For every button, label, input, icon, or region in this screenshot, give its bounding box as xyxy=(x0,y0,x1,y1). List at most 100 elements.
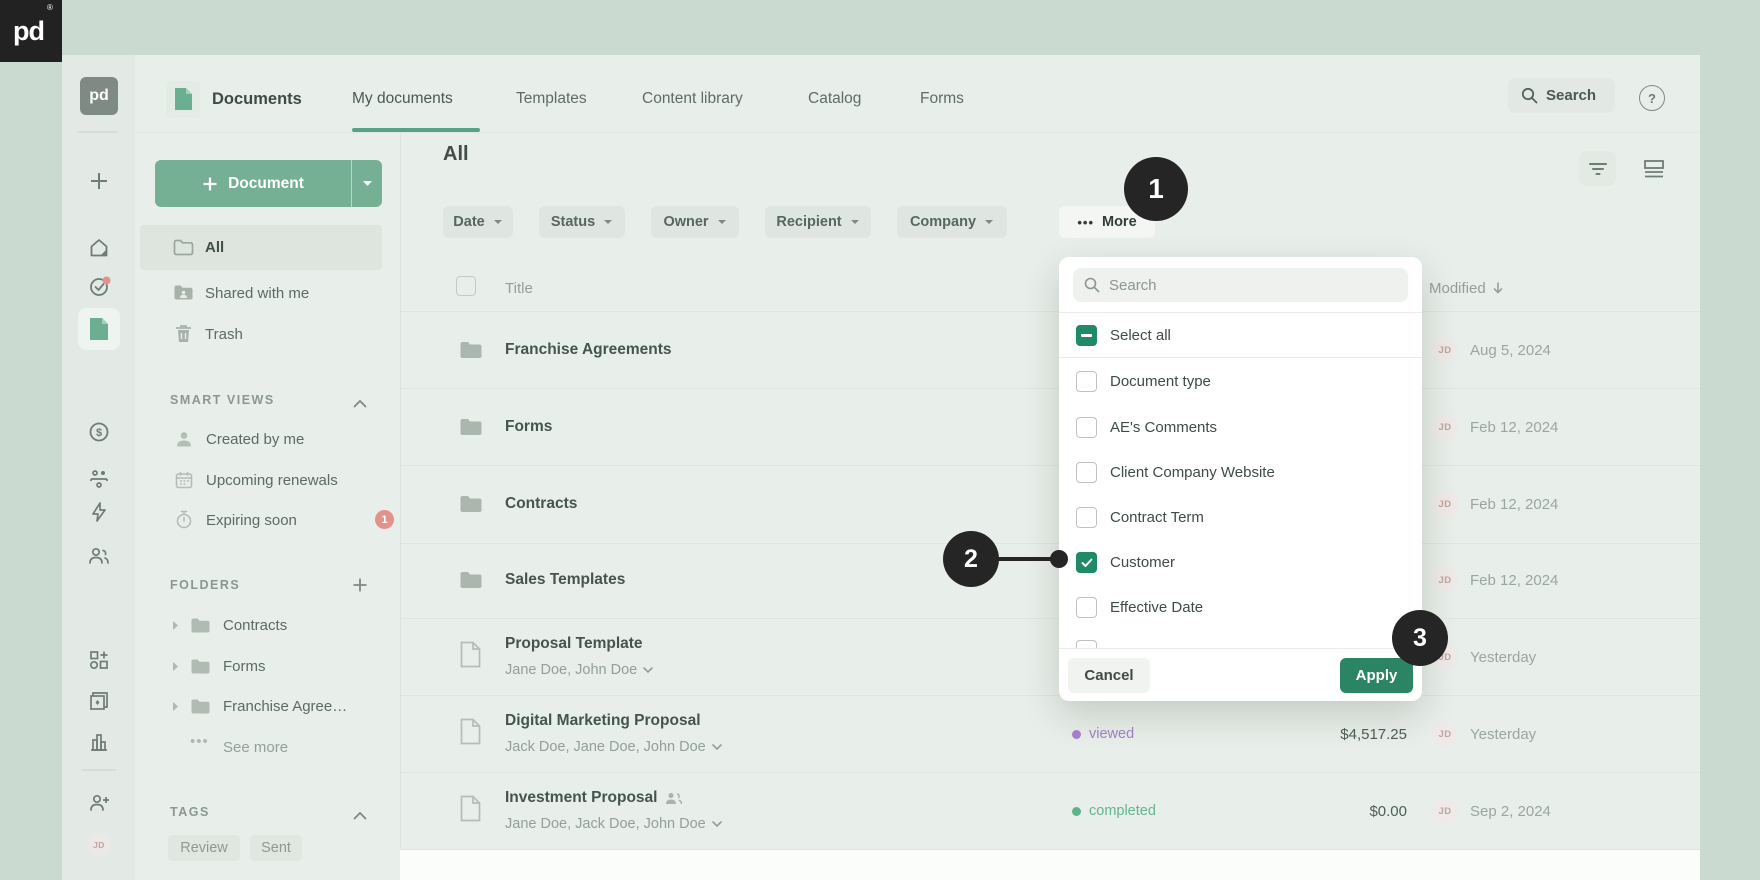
option-contract-term[interactable]: Contract Term xyxy=(1059,497,1422,542)
user-avatar[interactable]: JD xyxy=(87,833,111,857)
row-avatar: JD xyxy=(1432,798,1458,824)
new-document-button[interactable]: Document xyxy=(155,160,382,207)
sidebar-item-expiring-soon[interactable]: Expiring soon 1 xyxy=(140,500,382,541)
documents-active-chip[interactable] xyxy=(78,308,120,350)
option-client-company-website[interactable]: Client Company Website xyxy=(1059,452,1422,497)
templates-gallery-icon[interactable] xyxy=(88,690,110,717)
brand-logo-block: pd ® xyxy=(0,0,62,62)
list-layout-button[interactable] xyxy=(1640,155,1668,183)
plus-icon xyxy=(202,176,218,192)
option-aes-comments[interactable]: AE's Comments xyxy=(1059,407,1422,452)
option-effective-date[interactable]: Effective Date xyxy=(1059,587,1422,632)
new-document-label: Document xyxy=(228,175,304,193)
see-more-label: See more xyxy=(223,737,288,757)
tab-forms[interactable]: Forms xyxy=(920,89,964,109)
row-recipients[interactable]: Jane Doe, John Doe xyxy=(505,660,653,680)
checkbox-unchecked[interactable] xyxy=(1076,417,1097,438)
tag-chip-sent[interactable]: Sent xyxy=(250,835,302,861)
row-recipients[interactable]: Jack Doe, Jane Doe, John Doe xyxy=(505,737,722,757)
filter-chip-company[interactable]: Company xyxy=(897,206,1007,238)
expiring-soon-count-badge: 1 xyxy=(375,510,394,529)
cancel-button-label: Cancel xyxy=(1084,667,1133,684)
option-label: Customer xyxy=(1110,552,1175,573)
row-title[interactable]: Proposal Template xyxy=(505,634,643,654)
folder-row-forms[interactable]: Forms xyxy=(140,646,382,686)
filter-chip-more-label: More xyxy=(1102,214,1137,230)
tag-chip-review[interactable]: Review xyxy=(168,835,240,861)
row-title[interactable]: Digital Marketing Proposal xyxy=(505,711,701,731)
invite-user-icon[interactable] xyxy=(87,792,111,819)
global-search-button[interactable]: Search xyxy=(1508,78,1615,113)
workspace-logo[interactable]: pd xyxy=(80,77,118,115)
column-header-title[interactable]: Title xyxy=(505,278,533,298)
sidebar-item-all[interactable]: All xyxy=(140,225,382,270)
new-document-dropdown-arrow[interactable] xyxy=(352,160,382,207)
checkbox-checked[interactable] xyxy=(1076,552,1097,573)
row-title[interactable]: Contracts xyxy=(505,494,577,514)
view-title: All xyxy=(443,141,469,167)
tab-my-documents[interactable]: My documents xyxy=(352,89,453,109)
tab-content-library[interactable]: Content library xyxy=(642,89,743,109)
checkbox-unchecked[interactable] xyxy=(1076,507,1097,528)
add-folder-icon[interactable] xyxy=(352,577,368,598)
documents-section-chip xyxy=(166,81,200,117)
sidebar-item-shared[interactable]: Shared with me xyxy=(140,271,382,315)
filter-chip-recipient[interactable]: Recipient xyxy=(765,206,871,238)
checkbox-unchecked[interactable] xyxy=(1076,462,1097,483)
tab-templates[interactable]: Templates xyxy=(516,89,587,109)
automations-icon[interactable] xyxy=(89,501,109,528)
table-row[interactable]: Franchise Agreements JD Aug 5, 2024 xyxy=(400,312,1700,388)
apply-button[interactable]: Apply xyxy=(1340,658,1413,693)
more-dots-icon: ••• xyxy=(1077,215,1094,230)
option-customer[interactable]: Customer xyxy=(1059,542,1422,587)
checkbox-unchecked[interactable] xyxy=(1076,371,1097,392)
status-dot xyxy=(1072,730,1081,739)
sidebar-item-expiring-soon-label: Expiring soon xyxy=(206,510,297,530)
filter-chip-status[interactable]: Status xyxy=(539,206,625,238)
reports-icon[interactable] xyxy=(88,731,110,758)
select-all-checkbox-indeterminate[interactable] xyxy=(1076,325,1097,346)
column-header-modified[interactable]: Modified xyxy=(1429,278,1503,298)
tab-catalog[interactable]: Catalog xyxy=(808,89,861,109)
table-row[interactable]: Digital Marketing Proposal Jack Doe, Jan… xyxy=(400,696,1700,772)
sidebar-item-trash[interactable]: Trash xyxy=(140,312,382,356)
row-title[interactable]: Franchise Agreements xyxy=(505,340,672,360)
document-icon xyxy=(88,316,110,342)
document-icon xyxy=(174,87,193,111)
cancel-button[interactable]: Cancel xyxy=(1068,658,1150,693)
filter-chip-date[interactable]: Date xyxy=(443,206,513,238)
filter-chip-owner[interactable]: Owner xyxy=(651,206,739,238)
smart-views-collapse-icon[interactable] xyxy=(353,395,367,413)
row-title[interactable]: Forms xyxy=(505,417,552,437)
folder-row-franchise[interactable]: Franchise Agree… xyxy=(140,686,382,726)
table-row[interactable]: Proposal Template Jane Doe, John Doe JD … xyxy=(400,619,1700,695)
option-document-type[interactable]: Document type xyxy=(1059,361,1422,406)
screenshot-stage: pd ® pd $ xyxy=(0,0,1760,880)
popover-search-input[interactable] xyxy=(1073,268,1408,302)
row-title[interactable]: Sales Templates xyxy=(505,570,625,590)
sidebar-item-upcoming-renewals[interactable]: Upcoming renewals xyxy=(140,460,382,501)
select-all-rows-checkbox[interactable] xyxy=(456,276,476,296)
see-more-folders[interactable]: ••• See more xyxy=(140,727,382,767)
workspace-members-icon[interactable] xyxy=(88,468,110,495)
option-select-all[interactable]: Select all xyxy=(1059,313,1422,357)
checkbox-unchecked[interactable] xyxy=(1076,597,1097,618)
create-plus-icon[interactable] xyxy=(88,170,110,197)
table-row[interactable]: Forms JD Feb 12, 2024 xyxy=(400,389,1700,465)
row-title-with-icon[interactable]: Investment Proposal xyxy=(505,788,682,808)
help-button[interactable]: ? xyxy=(1639,85,1665,111)
sidebar-item-created-by-me[interactable]: Created by me xyxy=(140,419,382,460)
contacts-icon[interactable] xyxy=(87,545,111,572)
table-row[interactable]: Contracts JD Feb 12, 2024 xyxy=(400,466,1700,543)
row-modified-date: Yesterday xyxy=(1470,724,1536,744)
billing-icon[interactable]: $ xyxy=(88,421,110,448)
table-row[interactable]: Investment Proposal Jane Doe, Jack Doe, … xyxy=(400,773,1700,849)
tags-collapse-icon[interactable] xyxy=(353,807,367,825)
apps-icon[interactable] xyxy=(88,649,110,676)
filter-chip-company-label: Company xyxy=(910,214,976,230)
home-icon[interactable] xyxy=(88,237,110,264)
row-recipients[interactable]: Jane Doe, Jack Doe, John Doe xyxy=(505,814,722,834)
tasks-icon[interactable] xyxy=(88,274,112,303)
folder-row-contracts[interactable]: Contracts xyxy=(140,605,382,645)
filter-view-button[interactable] xyxy=(1579,151,1616,186)
